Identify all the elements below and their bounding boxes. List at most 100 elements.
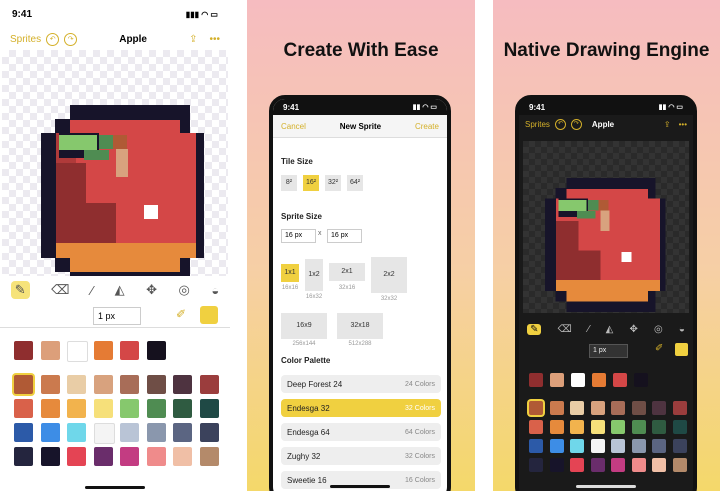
palette-color-swatch[interactable] [549,458,564,472]
layout-32x18[interactable]: 32x18 [337,313,383,339]
color-swatch[interactable] [93,341,113,360]
palette-color-swatch[interactable] [652,439,666,453]
palette-color-swatch[interactable] [652,458,666,472]
more-tools-icon[interactable]: ◒ [211,283,219,298]
fill-bucket-icon[interactable]: ◭ [115,282,125,298]
palette-item[interactable]: Zughy 32 32 Colors [281,447,441,465]
palette-color-swatch[interactable] [549,420,564,434]
sprites-back-button[interactable]: Sprites [525,120,550,129]
color-swatch[interactable] [550,373,564,387]
eyedropper-icon[interactable]: ⁄ [588,324,590,335]
palette-color-swatch[interactable] [146,447,166,466]
tile-8[interactable]: 8² [281,175,297,191]
palette-color-swatch[interactable] [93,423,115,444]
color-swatch[interactable] [120,341,139,360]
move-icon[interactable]: ✥ [146,282,157,298]
more-icon[interactable]: ••• [679,120,687,129]
color-swatch[interactable] [571,373,585,387]
palette-color-swatch[interactable] [611,401,625,415]
cancel-button[interactable]: Cancel [281,122,306,131]
grid-toggle-button[interactable] [675,343,688,356]
tile-32[interactable]: 32² [325,175,341,191]
pencil-icon[interactable]: ✎ [527,323,542,335]
palette-color-swatch[interactable] [611,458,625,472]
eyedropper-icon[interactable]: ⁄ [91,283,93,298]
palette-color-swatch[interactable] [631,401,646,415]
palette-color-swatch[interactable] [672,401,687,415]
palette-color-swatch[interactable] [173,375,192,394]
palette-item-selected[interactable]: Endesga 32 32 Colors [281,399,441,417]
color-swatch[interactable] [592,373,606,387]
redo-icon[interactable]: ↷ [64,32,78,46]
palette-color-swatch[interactable] [67,375,86,394]
palette-color-swatch[interactable] [611,439,625,453]
palette-color-swatch[interactable] [672,458,687,472]
shape-icon[interactable]: ◎ [654,324,663,335]
color-picker-icon[interactable]: ✐ [176,307,186,321]
palette-color-swatch[interactable] [570,439,584,453]
tile-64[interactable]: 64² [347,175,363,191]
tile-16[interactable]: 16² [303,175,319,191]
palette-color-swatch[interactable] [40,423,60,442]
palette-item[interactable]: Endesga 64 64 Colors [281,423,441,441]
palette-color-swatch[interactable] [14,399,33,418]
palette-color-swatch[interactable] [672,439,687,453]
palette-color-swatch[interactable] [93,399,113,418]
palette-color-swatch[interactable] [570,401,584,415]
palette-color-swatch[interactable] [199,447,219,466]
palette-color-swatch[interactable] [611,420,625,434]
palette-color-swatch[interactable] [199,423,219,442]
palette-color-swatch[interactable] [14,447,33,466]
palette-color-swatch[interactable] [631,458,646,472]
brush-size-field[interactable]: 1 px [93,307,141,325]
palette-color-swatch[interactable] [120,375,139,394]
palette-color-swatch[interactable] [14,375,33,394]
grid-toggle-button[interactable] [200,306,218,324]
palette-color-swatch[interactable] [67,399,86,418]
palette-color-swatch[interactable] [652,420,666,434]
palette-color-swatch[interactable] [631,439,646,453]
layout-16x9[interactable]: 16x9 [281,313,327,339]
palette-color-swatch[interactable] [570,420,584,434]
brush-size-field[interactable]: 1 px [589,344,628,358]
color-swatch[interactable] [67,341,88,362]
palette-color-swatch[interactable] [14,423,33,442]
palette-color-swatch[interactable] [146,399,166,418]
drawing-canvas[interactable] [523,141,689,313]
palette-color-swatch[interactable] [120,447,139,466]
eraser-icon[interactable]: ⌫ [51,282,69,298]
palette-color-swatch[interactable] [120,399,139,418]
color-swatch[interactable] [146,341,166,360]
palette-color-swatch[interactable] [529,458,543,472]
palette-color-swatch[interactable] [173,447,192,466]
fill-bucket-icon[interactable]: ◭ [606,324,614,335]
palette-color-swatch[interactable] [199,375,219,394]
pencil-icon[interactable]: ✎ [10,281,30,299]
palette-color-swatch[interactable] [40,399,60,418]
color-swatch[interactable] [40,341,60,360]
palette-color-swatch[interactable] [529,420,543,434]
palette-color-swatch[interactable] [120,423,139,442]
more-tools-icon[interactable]: ◒ [679,324,685,335]
palette-color-swatch[interactable] [173,399,192,418]
drawing-canvas[interactable] [2,50,228,286]
palette-color-swatch[interactable] [590,420,605,434]
palette-color-swatch[interactable] [67,447,86,466]
palette-color-swatch[interactable] [570,458,584,472]
palette-color-swatch[interactable] [590,401,605,415]
palette-color-swatch[interactable] [146,423,166,442]
palette-color-swatch[interactable] [529,401,543,415]
color-swatch[interactable] [634,373,648,387]
color-swatch[interactable] [613,373,627,387]
color-swatch[interactable] [529,373,543,387]
palette-color-swatch[interactable] [93,447,113,466]
height-field[interactable]: 16 px [327,229,362,243]
palette-color-swatch[interactable] [40,447,60,466]
undo-icon[interactable]: ↶ [554,118,566,130]
undo-icon[interactable]: ↶ [46,32,60,46]
width-field[interactable]: 16 px [281,229,316,243]
more-icon[interactable]: ••• [209,34,220,45]
share-icon[interactable]: ⇪ [664,120,671,129]
layout-1x1[interactable]: 1x1 [281,264,299,282]
palette-color-swatch[interactable] [173,423,192,442]
